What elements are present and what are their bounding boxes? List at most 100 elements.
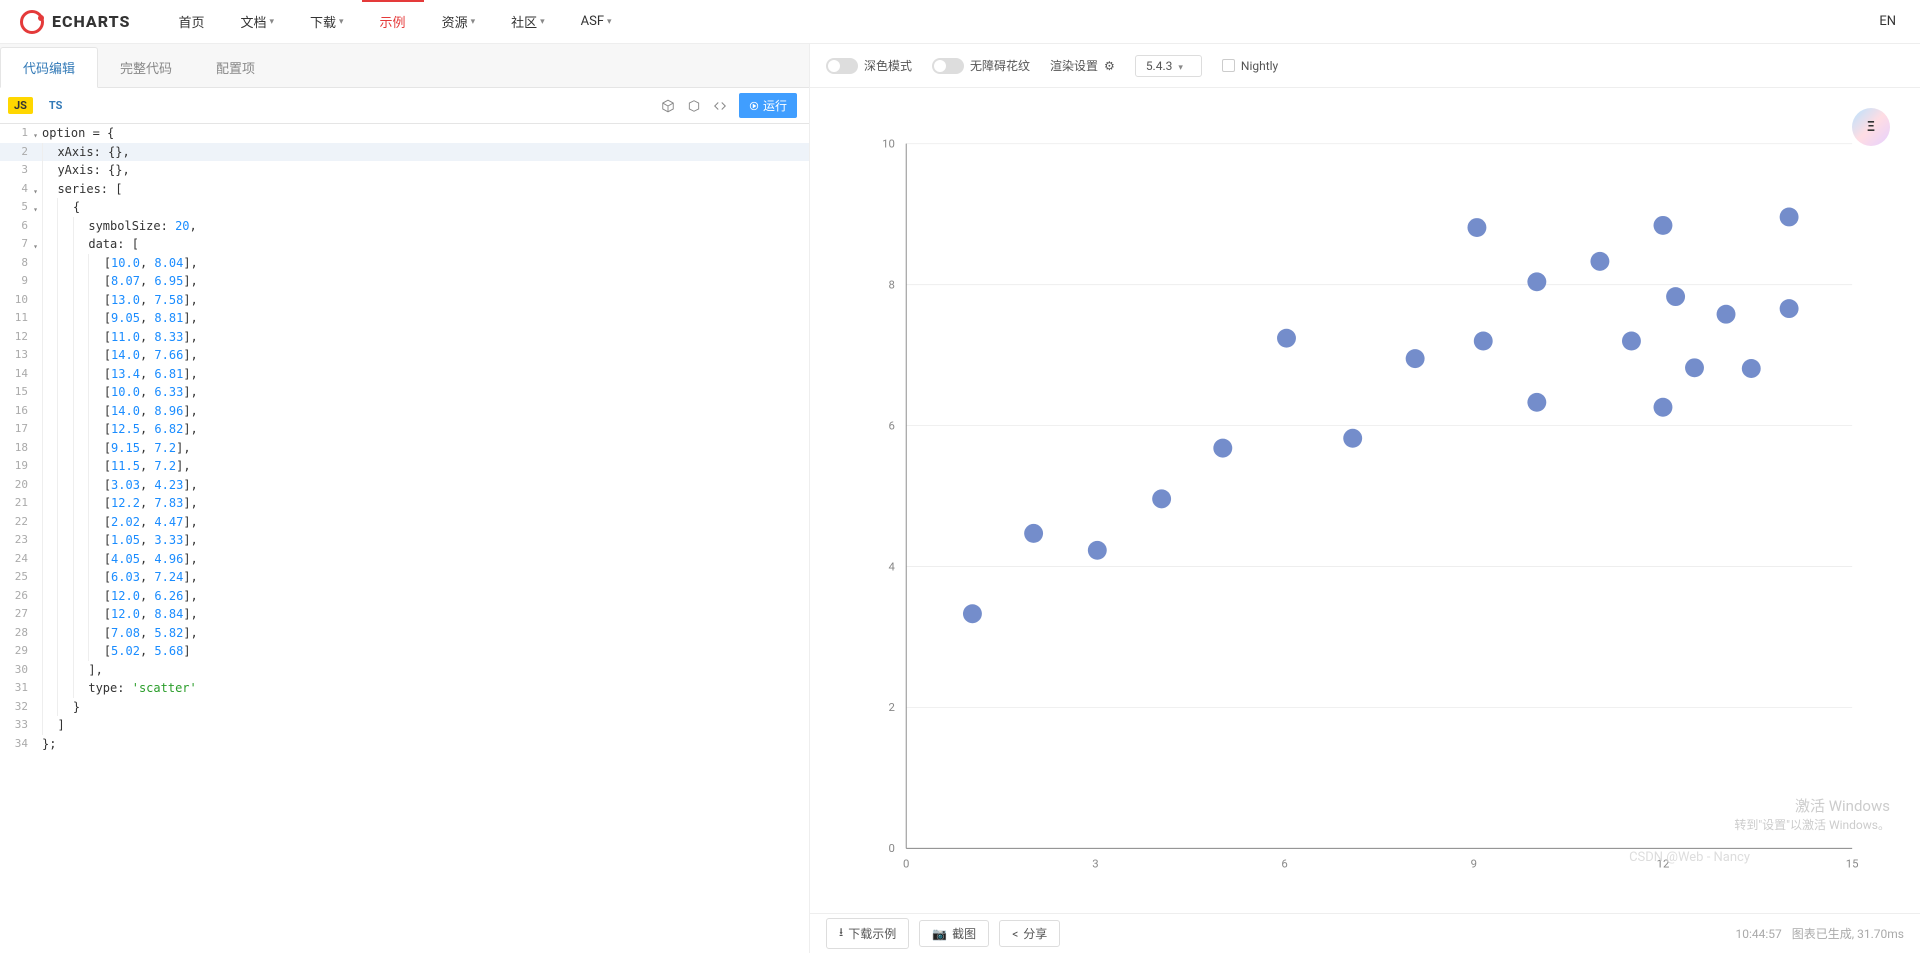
code-line[interactable]: 8 [10.0, 8.04], [0,254,809,273]
code-line[interactable]: 26 [12.0, 6.26], [0,587,809,606]
svg-text:10: 10 [882,136,895,150]
svg-text:6: 6 [1281,856,1287,870]
nav-item-1[interactable]: 文档▾ [222,0,292,44]
code-line[interactable]: 7▾ data: [ [0,235,809,254]
code-line[interactable]: 30 ], [0,661,809,680]
code-line[interactable]: 17 [12.5, 6.82], [0,420,809,439]
gear-icon: ⚙ [1104,59,1115,73]
language-switch[interactable]: EN [1879,14,1896,29]
code-line[interactable]: 2 xAxis: {}, [0,143,809,162]
box-icon[interactable] [681,94,707,118]
share-label: 分享 [1023,925,1047,942]
chevron-down-icon: ▾ [1178,63,1183,73]
code-line[interactable]: 24 [4.05, 4.96], [0,550,809,569]
code-line[interactable]: 22 [2.02, 4.47], [0,513,809,532]
version-select[interactable]: 5.4.3 ▾ [1135,55,1202,77]
code-line[interactable]: 23 [1.05, 3.33], [0,531,809,550]
version-label: 5.4.3 [1146,59,1173,73]
code-line[interactable]: 29 [5.02, 5.68] [0,642,809,661]
nav-item-0[interactable]: 首页 [160,0,222,44]
download-example-button[interactable]: ⭳ 下载示例 [826,918,909,949]
dark-mode-label: 深色模式 [864,57,912,74]
code-line[interactable]: 16 [14.0, 8.96], [0,402,809,421]
scatter-chart[interactable]: 024681003691215 [840,108,1890,903]
editor-tab-2[interactable]: 配置项 [194,48,277,87]
code-line[interactable]: 4▾ series: [ [0,180,809,199]
screenshot-label: 截图 [952,925,976,942]
chevron-down-icon: ▾ [269,17,274,27]
editor-tab-1[interactable]: 完整代码 [98,48,194,87]
screenshot-button[interactable]: 📷 截图 [919,920,989,947]
code-line[interactable]: 5▾ { [0,198,809,217]
nav-item-5[interactable]: 社区▾ [493,0,563,44]
footer-render-stats: 图表已生成, 31.70ms [1792,925,1904,942]
code-line[interactable]: 9 [8.07, 6.95], [0,272,809,291]
echarts-watermark-icon: Ξ [1852,108,1890,146]
chevron-down-icon: ▾ [540,17,545,27]
nav-links: 首页文档▾下载▾示例资源▾社区▾ASF▾ [160,0,629,44]
editor-tabs: 代码编辑完整代码配置项 [0,44,809,88]
code-line[interactable]: 3 yAxis: {}, [0,161,809,180]
svg-text:4: 4 [888,559,895,573]
share-icon: < [1012,927,1018,941]
dark-mode-toggle[interactable]: 深色模式 [826,57,912,74]
nav-item-2[interactable]: 下载▾ [292,0,362,44]
code-line[interactable]: 25 [6.03, 7.24], [0,568,809,587]
editor-pane: 代码编辑完整代码配置项 JS TS 运行 1▾option = {2 xAxis… [0,44,810,953]
nav-item-3[interactable]: 示例 [362,0,424,44]
code-line[interactable]: 18 [9.15, 7.2], [0,439,809,458]
nightly-checkbox[interactable]: Nightly [1222,59,1278,73]
toggle-icon [826,58,858,74]
logo-text: ECHARTS [52,12,130,31]
nav-item-4[interactable]: 资源▾ [424,0,494,44]
svg-text:0: 0 [903,856,909,870]
footer-time: 10:44:57 [1736,927,1782,941]
js-badge[interactable]: JS [8,97,33,114]
pattern-label: 无障碍花纹 [970,57,1030,74]
run-button[interactable]: 运行 [739,93,797,118]
footer-bar: ⭳ 下载示例 📷 截图 < 分享 10:44:57 图表已生成, 31.70ms [810,913,1920,953]
svg-text:0: 0 [888,841,894,855]
chevron-down-icon: ▾ [607,17,612,27]
main: 代码编辑完整代码配置项 JS TS 运行 1▾option = {2 xAxis… [0,44,1920,953]
code-line[interactable]: 19 [11.5, 7.2], [0,457,809,476]
svg-text:15: 15 [1846,856,1859,870]
editor-tab-0[interactable]: 代码编辑 [0,47,98,88]
code-line[interactable]: 6 symbolSize: 20, [0,217,809,236]
camera-icon: 📷 [932,927,947,941]
run-label: 运行 [763,97,787,114]
code-line[interactable]: 28 [7.08, 5.82], [0,624,809,643]
ts-badge[interactable]: TS [43,97,69,114]
code-line[interactable]: 11 [9.05, 8.81], [0,309,809,328]
svg-text:8: 8 [888,277,894,291]
code-line[interactable]: 14 [13.4, 6.81], [0,365,809,384]
code-editor[interactable]: 1▾option = {2 xAxis: {},3 yAxis: {},4▾ s… [0,124,809,953]
logo[interactable]: ECHARTS [20,10,130,34]
toggle-icon [932,58,964,74]
pattern-toggle[interactable]: 无障碍花纹 [932,57,1030,74]
render-settings-link[interactable]: 渲染设置 ⚙ [1050,57,1115,74]
code-line[interactable]: 1▾option = { [0,124,809,143]
code-line[interactable]: 32 } [0,698,809,717]
code-line[interactable]: 34}; [0,735,809,754]
code-line[interactable]: 20 [3.03, 4.23], [0,476,809,495]
render-settings-label: 渲染设置 [1050,57,1098,74]
chevron-down-icon: ▾ [471,17,476,27]
share-button[interactable]: < 分享 [999,920,1060,947]
code-line[interactable]: 33 ] [0,716,809,735]
code-line[interactable]: 15 [10.0, 6.33], [0,383,809,402]
code-line[interactable]: 27 [12.0, 8.84], [0,605,809,624]
code-line[interactable]: 12 [11.0, 8.33], [0,328,809,347]
download-icon: ⭳ [839,923,843,944]
code-line[interactable]: 13 [14.0, 7.66], [0,346,809,365]
code-line[interactable]: 21 [12.2, 7.83], [0,494,809,513]
code-icon[interactable] [707,94,733,118]
svg-text:3: 3 [1092,856,1098,870]
code-line[interactable]: 10 [13.0, 7.58], [0,291,809,310]
cube-icon[interactable] [655,94,681,118]
code-line[interactable]: 31 type: 'scatter' [0,679,809,698]
nightly-label: Nightly [1241,59,1278,73]
download-label: 下载示例 [848,925,896,942]
top-nav: ECHARTS 首页文档▾下载▾示例资源▾社区▾ASF▾ EN [0,0,1920,44]
nav-item-6[interactable]: ASF▾ [563,0,630,44]
